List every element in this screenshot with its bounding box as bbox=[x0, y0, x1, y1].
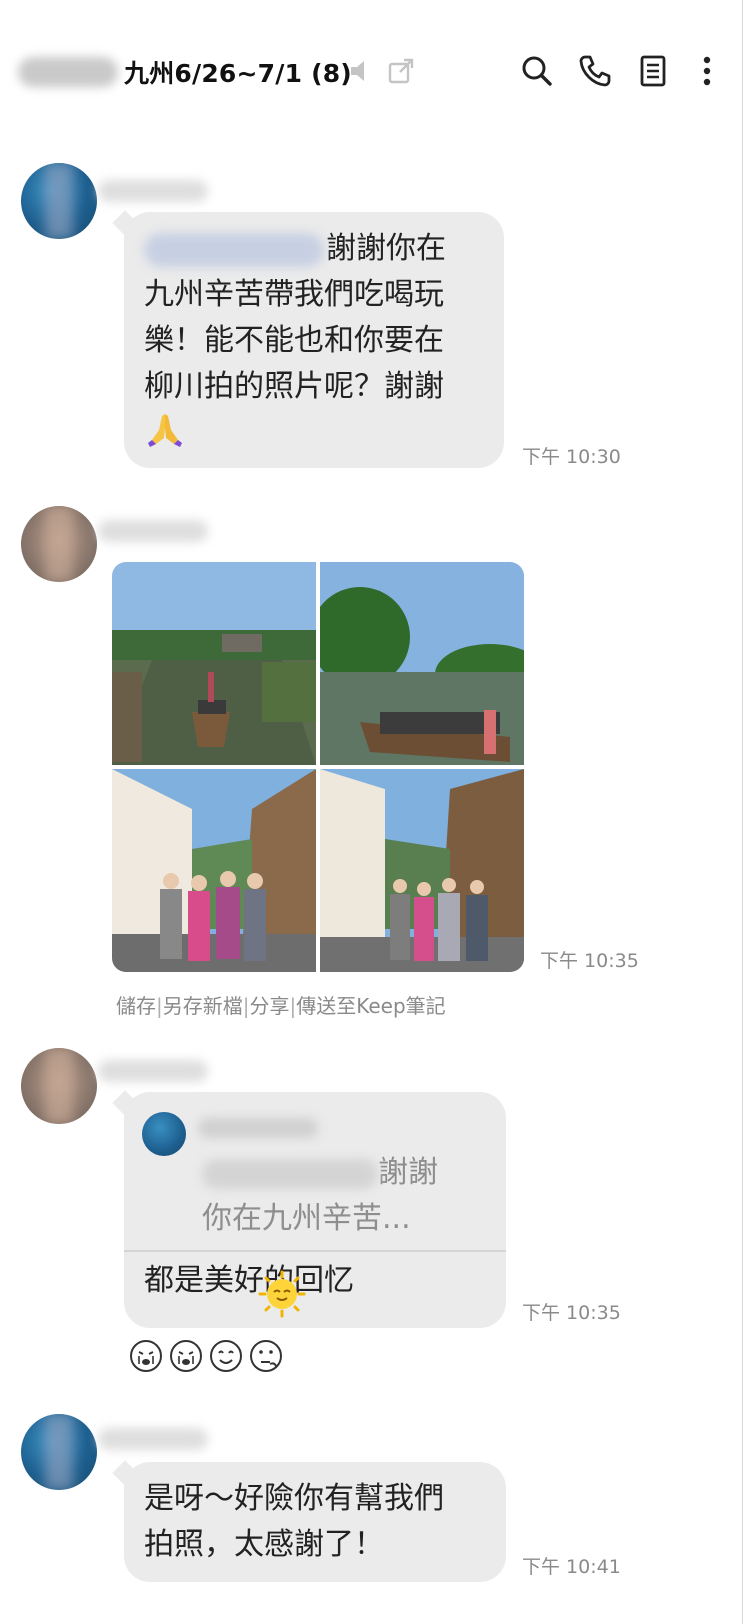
message-bubble[interactable]: 是呀～好險你有幫我們 拍照，太感謝了！ bbox=[124, 1462, 506, 1582]
canal-boat-photo[interactable] bbox=[112, 562, 316, 765]
reply-quote[interactable]: 謝謝 你在九州辛苦... bbox=[124, 1092, 506, 1250]
photo-actions: 儲存|另存新檔|分享|傳送至Keep筆記 bbox=[116, 994, 446, 1018]
crying-face-icon[interactable] bbox=[168, 1338, 204, 1374]
avatar[interactable] bbox=[21, 506, 97, 582]
praying-hands-icon bbox=[148, 414, 182, 447]
sender-name-blurred bbox=[98, 180, 208, 202]
crying-face-icon[interactable] bbox=[128, 1338, 164, 1374]
share-action[interactable]: 分享 bbox=[250, 994, 290, 1018]
timestamp: 下午 10:35 bbox=[540, 950, 639, 972]
quoted-sender-blurred bbox=[198, 1118, 318, 1138]
quoted-line: 謝謝 bbox=[378, 1155, 438, 1190]
canal-trees-photo[interactable] bbox=[320, 562, 524, 765]
send-to-keep-action[interactable]: 傳送至Keep筆記 bbox=[296, 994, 445, 1018]
message-line: 拍照，太感謝了！ bbox=[144, 1527, 384, 1562]
message-line: 柳川拍的照片呢？謝謝 bbox=[144, 369, 444, 404]
chat-header: 九州6/26~7/1 (8) bbox=[0, 0, 742, 140]
quoted-text: 謝謝 你在九州辛苦... bbox=[202, 1150, 438, 1242]
timestamp: 下午 10:30 bbox=[522, 446, 621, 468]
timestamp: 下午 10:35 bbox=[522, 1302, 621, 1324]
group-street-photo-2[interactable] bbox=[320, 769, 524, 972]
sender-name-blurred bbox=[98, 1060, 208, 1082]
sender-name-blurred bbox=[98, 1428, 208, 1450]
save-as-action[interactable]: 另存新檔 bbox=[163, 994, 243, 1018]
search-icon[interactable] bbox=[518, 52, 556, 90]
avatar[interactable] bbox=[21, 1414, 97, 1490]
chat-title: 九州6/26~7/1 (8) bbox=[124, 59, 352, 88]
message-line: 樂！能不能也和你要在 bbox=[144, 323, 444, 358]
timestamp: 下午 10:41 bbox=[522, 1556, 621, 1578]
avatar[interactable] bbox=[21, 1048, 97, 1124]
save-action[interactable]: 儲存 bbox=[116, 994, 156, 1018]
more-vertical-icon[interactable] bbox=[688, 52, 726, 90]
photo-album[interactable] bbox=[112, 562, 524, 972]
speaker-muted-icon[interactable] bbox=[348, 58, 374, 84]
window-border bbox=[742, 0, 743, 1624]
notes-icon[interactable] bbox=[634, 52, 672, 90]
blurred-mention bbox=[202, 1158, 378, 1189]
avatar[interactable] bbox=[21, 163, 97, 239]
message-line: 是呀～好險你有幫我們 bbox=[144, 1481, 444, 1516]
phone-icon[interactable] bbox=[576, 52, 614, 90]
group-street-photo-1[interactable] bbox=[112, 769, 316, 972]
thinking-face-icon[interactable] bbox=[248, 1338, 284, 1374]
message-line: 九州辛苦帶我們吃喝玩 bbox=[144, 277, 444, 312]
blurred-group-prefix bbox=[18, 57, 118, 87]
message-bubble[interactable]: 謝謝你在 九州辛苦帶我們吃喝玩 樂！能不能也和你要在 柳川拍的照片呢？謝謝 bbox=[124, 212, 504, 468]
message-line: 謝謝你在 bbox=[326, 231, 446, 266]
reply-message-bubble[interactable]: 謝謝 你在九州辛苦... 都是美好的回忆 bbox=[124, 1092, 506, 1328]
quoted-avatar bbox=[142, 1112, 186, 1156]
sender-name-blurred bbox=[98, 520, 208, 542]
smiling-face-icon[interactable] bbox=[208, 1338, 244, 1374]
popout-icon[interactable] bbox=[387, 57, 415, 85]
smiling-sun-icon bbox=[258, 1270, 306, 1318]
message-text: 都是美好的回忆 bbox=[144, 1263, 354, 1298]
quoted-line: 你在九州辛苦... bbox=[202, 1201, 411, 1236]
reactions-row[interactable] bbox=[128, 1338, 298, 1378]
blurred-mention bbox=[144, 232, 324, 267]
reply-divider bbox=[124, 1250, 506, 1252]
